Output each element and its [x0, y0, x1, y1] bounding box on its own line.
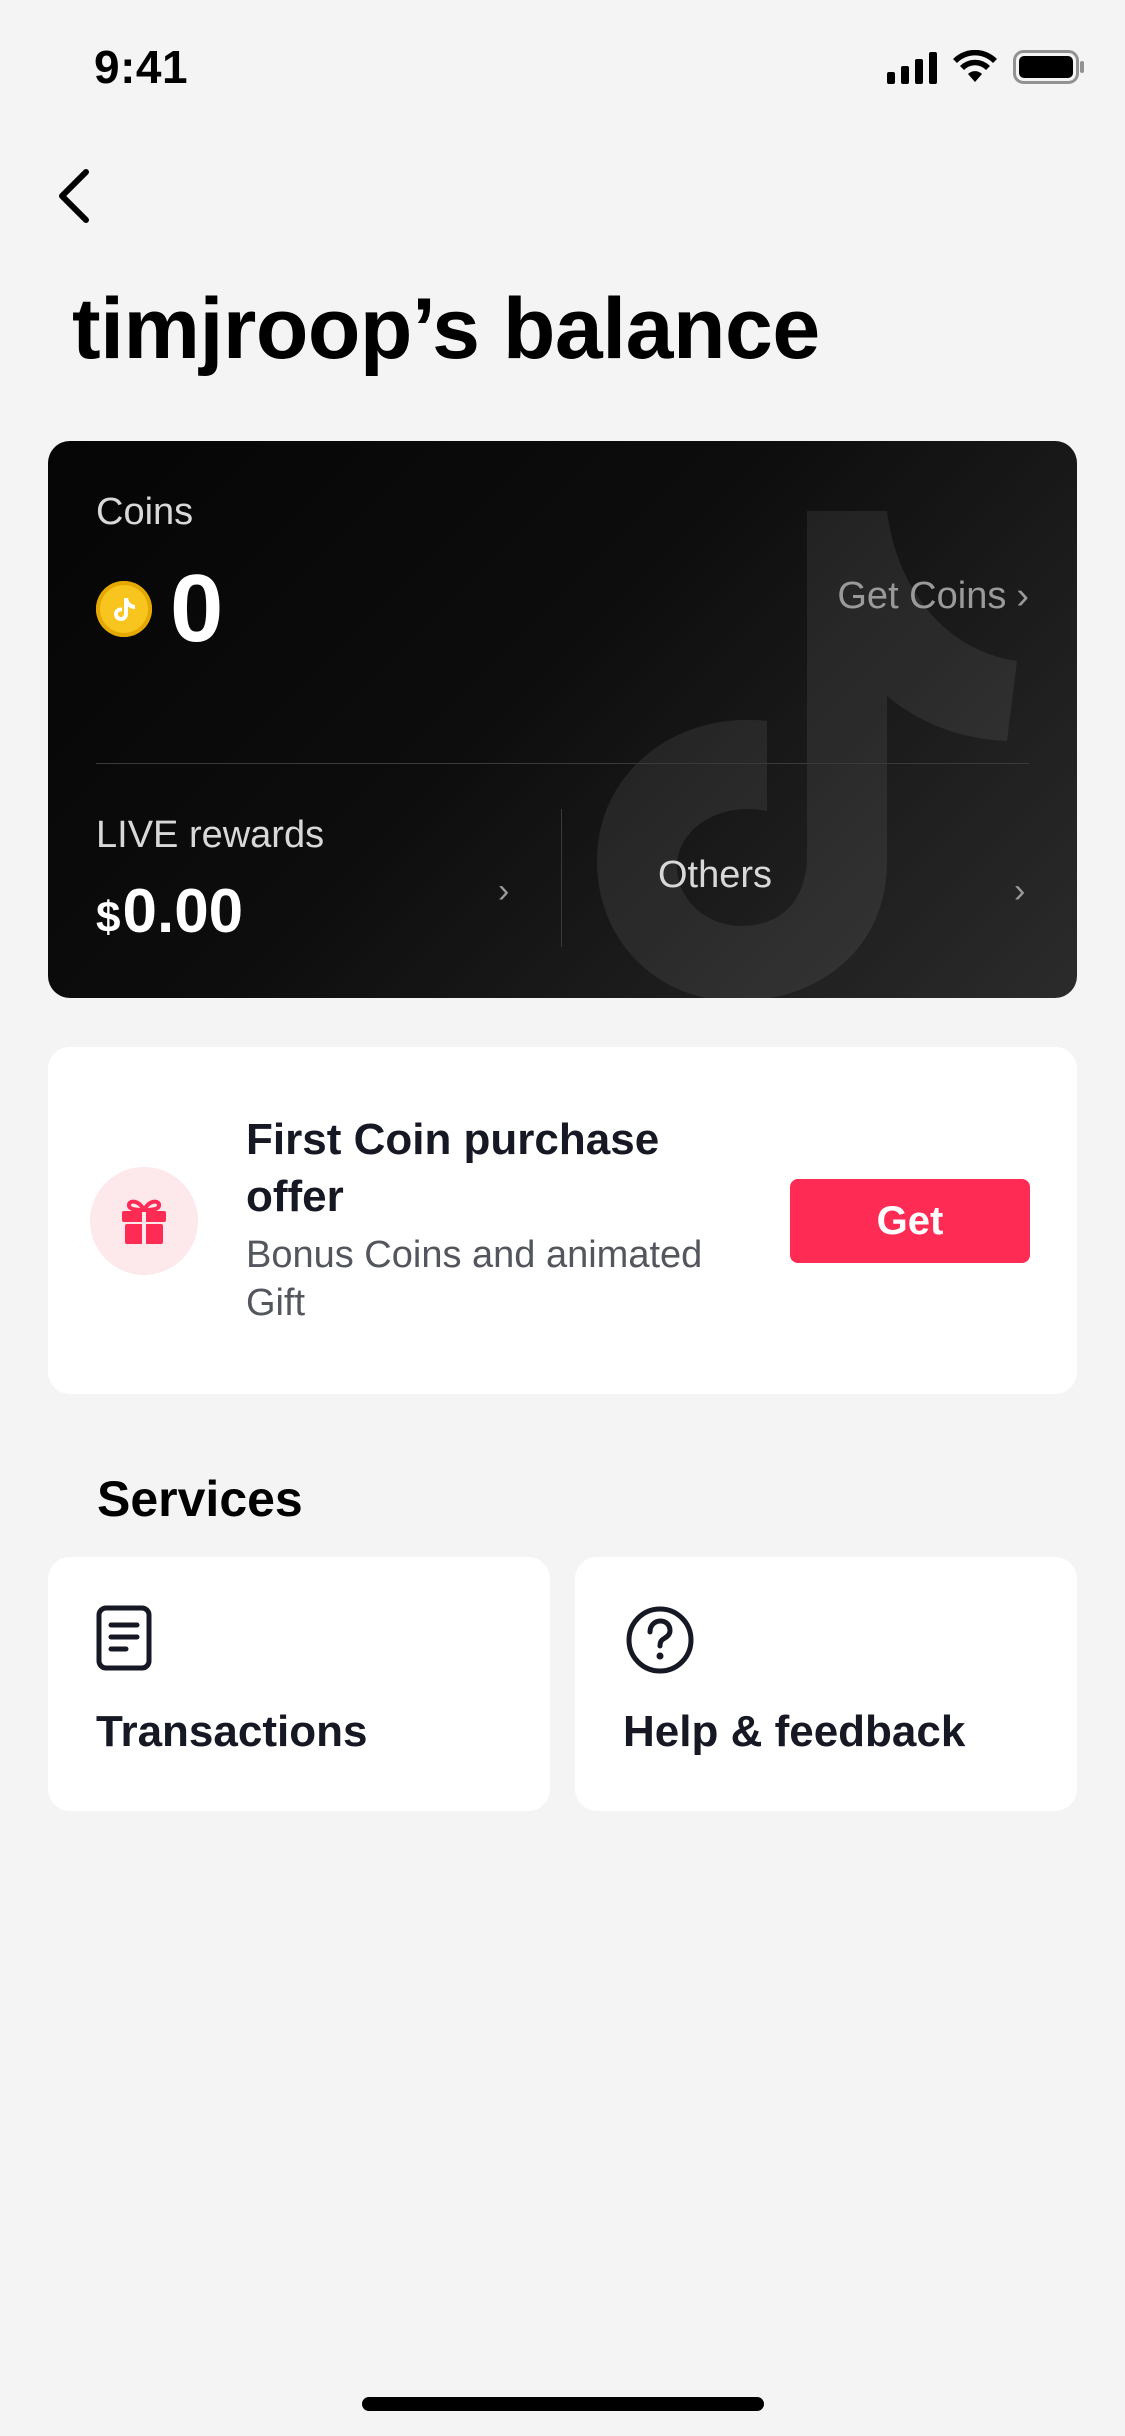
battery-icon — [1013, 50, 1084, 84]
first-purchase-offer-card: First Coin purchase offer Bonus Coins an… — [48, 1047, 1077, 1394]
others-row[interactable]: Others › — [562, 764, 1077, 998]
gift-icon — [122, 1199, 166, 1244]
back-button[interactable] — [38, 160, 110, 232]
get-coins-label: Get Coins — [837, 575, 1007, 617]
coin-icon — [96, 581, 152, 637]
chevron-left-icon — [59, 169, 89, 223]
wifi-icon — [953, 50, 997, 82]
status-bar: 9:41 — [0, 0, 1125, 140]
question-circle-icon — [626, 1606, 694, 1674]
others-label: Others — [658, 854, 773, 896]
status-time: 9:41 — [94, 41, 189, 93]
chevron-right-icon: › — [1014, 872, 1026, 910]
currency-symbol: $ — [96, 893, 121, 942]
document-icon — [96, 1605, 152, 1671]
live-rewards-label: LIVE rewards — [96, 814, 325, 856]
transactions-tile[interactable]: Transactions — [48, 1557, 550, 1811]
live-rewards-value: $ 0.00 — [96, 876, 243, 947]
help-feedback-label: Help & feedback — [623, 1707, 966, 1756]
coins-label: Coins — [96, 491, 194, 533]
chevron-right-icon: › — [498, 872, 510, 910]
coins-balance: 0 — [96, 561, 223, 657]
home-indicator[interactable] — [362, 2397, 764, 2411]
transactions-label: Transactions — [96, 1707, 368, 1756]
balance-card: Coins 0 Get Coins › LIVE rewards $ 0.00 … — [48, 441, 1077, 998]
get-coins-link[interactable]: Get Coins › — [837, 575, 1029, 618]
coins-value: 0 — [170, 555, 224, 662]
chevron-right-icon: › — [1016, 575, 1029, 617]
offer-subtitle: Bonus Coins and animated Gift — [246, 1234, 703, 1324]
tiktok-note-icon — [114, 598, 135, 621]
page-title: timjroop’s balance — [72, 281, 820, 377]
balance-screen: 9:41 timjroop’s balance Coins 0 Get Coin… — [0, 0, 1125, 2436]
help-feedback-tile[interactable]: Help & feedback — [575, 1557, 1077, 1811]
get-offer-button[interactable]: Get — [790, 1179, 1030, 1263]
gift-icon-container — [90, 1167, 198, 1275]
services-heading: Services — [97, 1471, 303, 1527]
live-rewards-amount: 0.00 — [122, 877, 244, 946]
cellular-signal-icon — [887, 50, 937, 84]
live-rewards-row[interactable]: LIVE rewards $ 0.00 › — [48, 764, 561, 998]
status-icons — [887, 50, 1085, 84]
offer-title: First Coin purchase offer — [246, 1115, 660, 1221]
